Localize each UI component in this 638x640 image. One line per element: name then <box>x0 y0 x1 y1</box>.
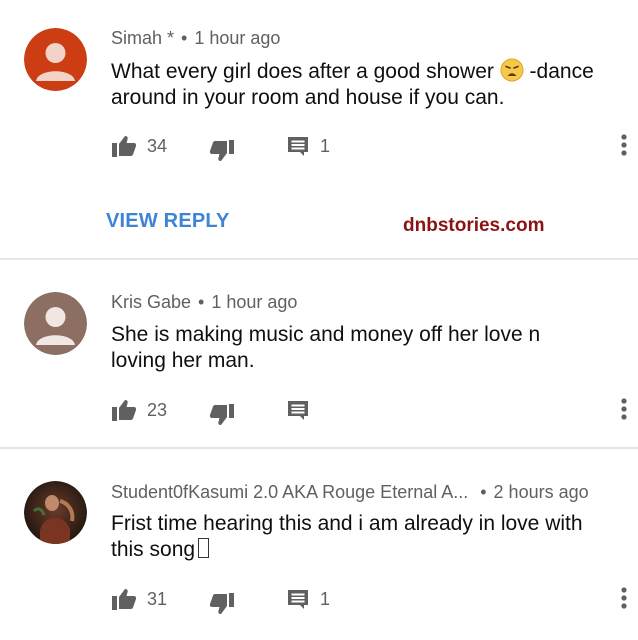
avatar[interactable] <box>24 481 87 544</box>
comment-text: Frist time hearing this and i am already… <box>111 511 621 563</box>
avatar[interactable] <box>24 292 87 355</box>
comment-time[interactable]: 2 hours ago <box>494 482 589 502</box>
photo-avatar-icon <box>24 481 87 544</box>
comment-icon <box>288 590 308 609</box>
reply-button[interactable]: 1 <box>286 131 330 161</box>
thumbs-up-icon <box>112 589 137 610</box>
like-count: 23 <box>147 399 168 420</box>
like-button[interactable]: 23 <box>111 395 167 425</box>
comment-meta: Student0fKasumi 2.0 AKA Rouge Eternal A.… <box>111 482 589 503</box>
divider <box>0 447 638 449</box>
author-name[interactable]: Student0fKasumi 2.0 AKA Rouge Eternal A.… <box>111 482 468 502</box>
user-avatar-icon <box>24 292 87 355</box>
weary-face-emoji-icon <box>500 58 524 82</box>
comment-actions: 23 <box>111 395 631 425</box>
meta-separator: • <box>198 292 205 312</box>
user-avatar-icon <box>24 28 87 91</box>
thumbs-down-icon <box>209 140 234 161</box>
comment-text: She is making music and money off her lo… <box>111 323 541 372</box>
comment-meta: Simah * • 1 hour ago <box>111 28 280 49</box>
author-name[interactable]: Simah * <box>111 28 174 48</box>
view-reply-button[interactable]: VIEW REPLY <box>106 210 230 233</box>
comment-icon <box>288 401 308 420</box>
reply-count: 1 <box>320 588 331 609</box>
divider <box>0 258 638 260</box>
comment-icon <box>288 137 308 156</box>
dislike-button[interactable] <box>209 584 235 614</box>
reply-button[interactable]: 1 <box>286 584 330 614</box>
comment-time[interactable]: 1 hour ago <box>211 292 297 312</box>
avatar[interactable] <box>24 28 87 91</box>
dislike-button[interactable] <box>209 131 235 161</box>
thumbs-down-icon <box>209 593 234 614</box>
like-button[interactable]: 31 <box>111 584 167 614</box>
thumbs-down-icon <box>209 404 234 425</box>
missing-glyph-icon <box>198 538 210 558</box>
comment-meta: Kris Gabe • 1 hour ago <box>111 292 297 313</box>
more-options-icon[interactable] <box>619 133 629 157</box>
comment-text: What every girl does after a good shower… <box>111 58 621 111</box>
thumbs-up-icon <box>112 136 137 157</box>
watermark-text: dnbstories.com <box>403 215 545 236</box>
like-button[interactable]: 34 <box>111 131 167 161</box>
comment-text-part: What every girl does after a good shower <box>111 60 500 83</box>
reply-count: 1 <box>320 135 331 156</box>
reply-button[interactable] <box>286 395 320 425</box>
thumbs-up-icon <box>112 400 137 421</box>
comment-actions: 31 1 <box>111 584 631 614</box>
like-count: 31 <box>147 588 168 609</box>
author-name[interactable]: Kris Gabe <box>111 292 191 312</box>
like-count: 34 <box>147 135 168 156</box>
dislike-button[interactable] <box>209 395 235 425</box>
comment-text-part: Frist time hearing this and i am already… <box>111 512 583 561</box>
meta-separator: • <box>181 28 188 48</box>
more-options-icon[interactable] <box>619 397 629 421</box>
meta-separator: • <box>480 482 487 502</box>
comment-actions: 34 1 <box>111 131 631 161</box>
comment-time[interactable]: 1 hour ago <box>194 28 280 48</box>
more-options-icon[interactable] <box>619 586 629 610</box>
